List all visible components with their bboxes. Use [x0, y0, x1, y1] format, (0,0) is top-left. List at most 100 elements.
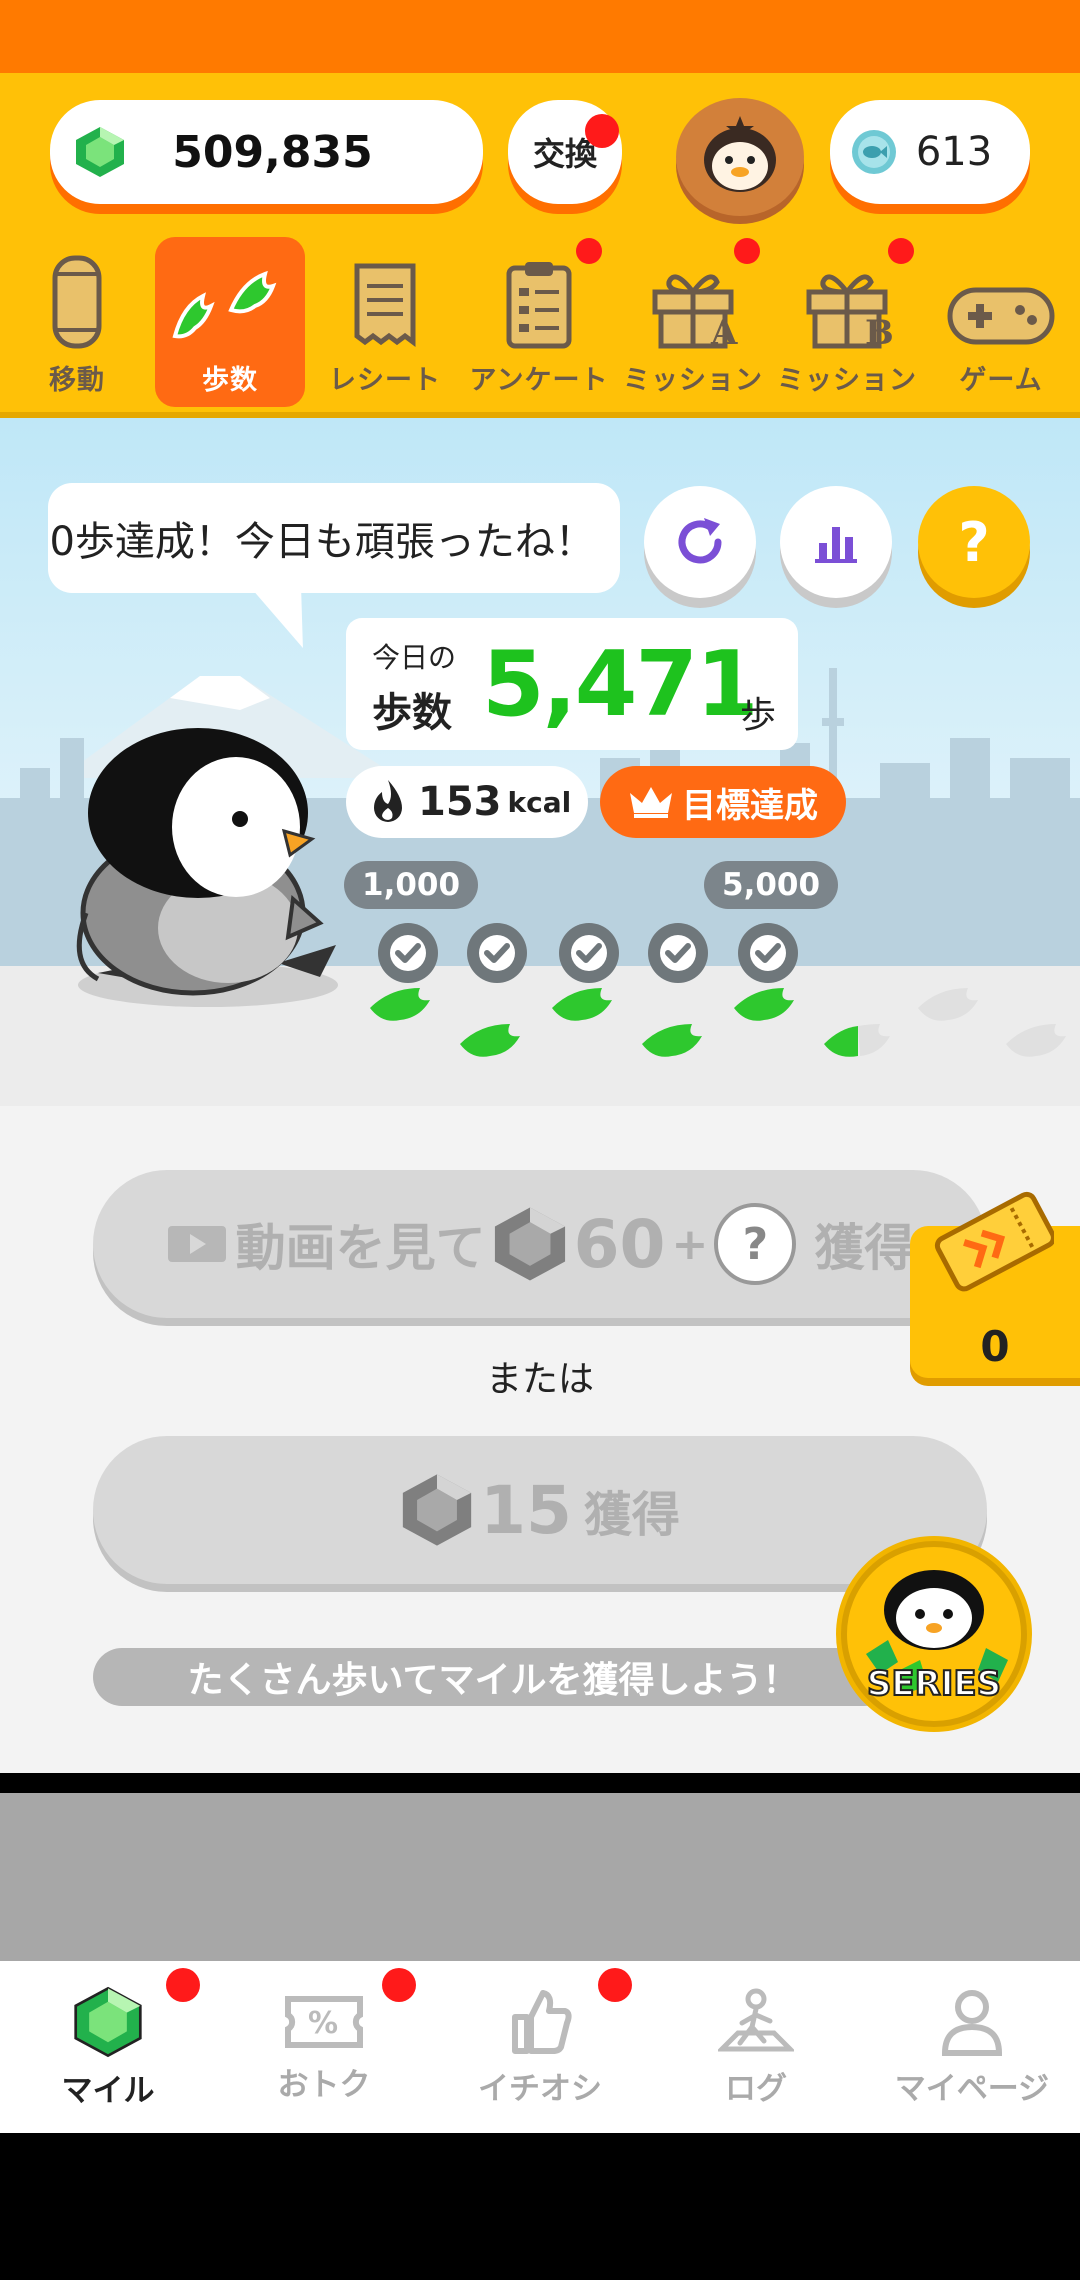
mile-balance-pill[interactable]: 509,835	[50, 100, 483, 204]
series-button[interactable]: SERIES	[836, 1536, 1032, 1732]
series-label: SERIES	[866, 1663, 1002, 1705]
refresh-button[interactable]	[644, 486, 756, 598]
progress-marker-start: 1,000	[344, 861, 479, 909]
fish-coin-icon	[852, 130, 896, 174]
footprint-icon	[642, 1024, 702, 1057]
refresh-icon	[678, 518, 722, 564]
tab-move[interactable]: 移動	[2, 237, 152, 407]
checkpoint-check-icon	[738, 923, 798, 983]
tab-label: レシート	[329, 365, 441, 396]
gamepad-icon	[947, 287, 1055, 345]
receipt-icon	[354, 263, 416, 347]
footprint-icon	[824, 1026, 858, 1057]
nav-label: マイル	[61, 2072, 155, 2109]
nav-label: イチオシ	[478, 2070, 602, 2107]
clipboard-icon	[506, 262, 572, 349]
nav-label: マイページ	[894, 2070, 1050, 2107]
video-button-prefix: 動画を見て	[235, 1219, 486, 1277]
ticket-icon	[934, 1191, 1054, 1292]
ticket-count: 0	[980, 1322, 1010, 1371]
marker-start-label: 1,000	[362, 867, 461, 903]
today-label: 今日の	[372, 641, 457, 674]
svg-text:A: A	[710, 313, 738, 350]
earn-button-amount: 15	[480, 1471, 572, 1549]
bar-chart-icon	[815, 527, 857, 563]
status-bar	[0, 0, 1080, 73]
ad-banner-area	[0, 1793, 1080, 1961]
tab-steps[interactable]: 歩数	[155, 237, 305, 407]
stats-button[interactable]	[780, 486, 892, 598]
video-button-suffix: 獲得	[814, 1219, 915, 1277]
nav-recommend-badge	[598, 1968, 632, 2002]
checkpoint-check-icon	[378, 923, 438, 983]
footprints-icon	[172, 270, 277, 339]
svg-text:B: B	[865, 313, 894, 350]
nav-label: おトク	[277, 2066, 371, 2103]
video-button-amount: 60	[573, 1205, 666, 1283]
walk-hint-banner: たくさん歩いてマイルを獲得しよう！	[93, 1648, 893, 1706]
calories-value: 153	[418, 779, 502, 825]
coupon-icon: %	[285, 1995, 363, 2048]
person-icon	[941, 1989, 1003, 2056]
tab-label: 歩数	[202, 365, 258, 396]
nav-log[interactable]: ログ	[648, 1961, 864, 2133]
progress-marker-end: 5,000	[704, 861, 839, 909]
penguin-character-icon	[76, 728, 338, 1007]
exchange-notification-dot	[585, 114, 619, 148]
tab-label: ゲーム	[959, 365, 1043, 396]
footprint-icon	[460, 1024, 520, 1057]
calories-unit: kcal	[507, 785, 572, 819]
steps-label: 歩数	[372, 690, 452, 736]
penguin-avatar-icon	[704, 116, 776, 192]
footprint-icon	[734, 988, 794, 1021]
checkpoint-check-icon	[467, 923, 527, 983]
avatar[interactable]	[676, 98, 804, 216]
nav-mypage[interactable]: マイページ	[864, 1961, 1080, 2133]
gift-b-icon: B	[806, 274, 894, 350]
survey-notification-dot	[576, 238, 602, 264]
tab-label: アンケート	[469, 365, 609, 396]
gem-gray-icon	[494, 1207, 565, 1281]
gem-icon	[74, 1986, 142, 2057]
question-mark-icon: ?	[958, 510, 990, 574]
video-icon	[167, 1226, 226, 1262]
footprint-icon	[370, 988, 430, 1021]
ticket-counter[interactable]: 0	[910, 1191, 1080, 1378]
footprint-icon	[552, 988, 612, 1021]
gem-icon	[76, 127, 124, 177]
footprint-icon	[918, 988, 978, 1021]
speech-bubble: 00歩達成！今日も頑張ったね！	[48, 483, 620, 593]
tab-label: ミッション	[623, 365, 763, 396]
capsule-icon	[52, 255, 102, 349]
watch-video-earn-button[interactable]: 動画を見て 60 + ? 獲得	[93, 1170, 987, 1318]
goal-achieved-badge: 目標達成	[600, 766, 846, 838]
goal-achieved-label: 目標達成	[682, 785, 818, 826]
nav-deals-badge	[382, 1968, 416, 2002]
footprint-icon	[1006, 1024, 1066, 1057]
steps-unit: 歩	[739, 695, 776, 736]
earn-button-suffix: 獲得	[583, 1487, 680, 1543]
video-button-plus: +	[671, 1218, 709, 1270]
svg-text:%: %	[308, 2006, 338, 2041]
crown-icon	[630, 787, 672, 818]
footprint-icon	[858, 1024, 890, 1056]
gem-gray-icon	[402, 1474, 472, 1546]
fish-balance-pill[interactable]: 613	[830, 100, 1030, 204]
tab-label: 移動	[49, 365, 105, 396]
tab-game[interactable]: ゲーム	[926, 237, 1076, 407]
walker-icon	[718, 1988, 794, 2051]
checkpoint-check-icon	[648, 923, 708, 983]
speech-text: 00歩達成！今日も頑張ったね！	[48, 519, 595, 565]
tab-receipt[interactable]: レシート	[310, 237, 460, 407]
footprint-trail	[370, 988, 1066, 1057]
help-button[interactable]: ?	[918, 486, 1030, 598]
tab-label: ミッション	[777, 365, 917, 396]
thumbs-up-icon	[512, 1989, 572, 2054]
system-navigation-area	[0, 2133, 1080, 2280]
marker-end-label: 5,000	[722, 867, 821, 903]
steps-count: 5,471	[482, 632, 759, 737]
calories-pill: 153 kcal	[346, 766, 588, 838]
mile-balance-value: 509,835	[172, 126, 373, 178]
nav-miles-badge	[166, 1968, 200, 2002]
mission-a-notification-dot	[734, 238, 760, 264]
